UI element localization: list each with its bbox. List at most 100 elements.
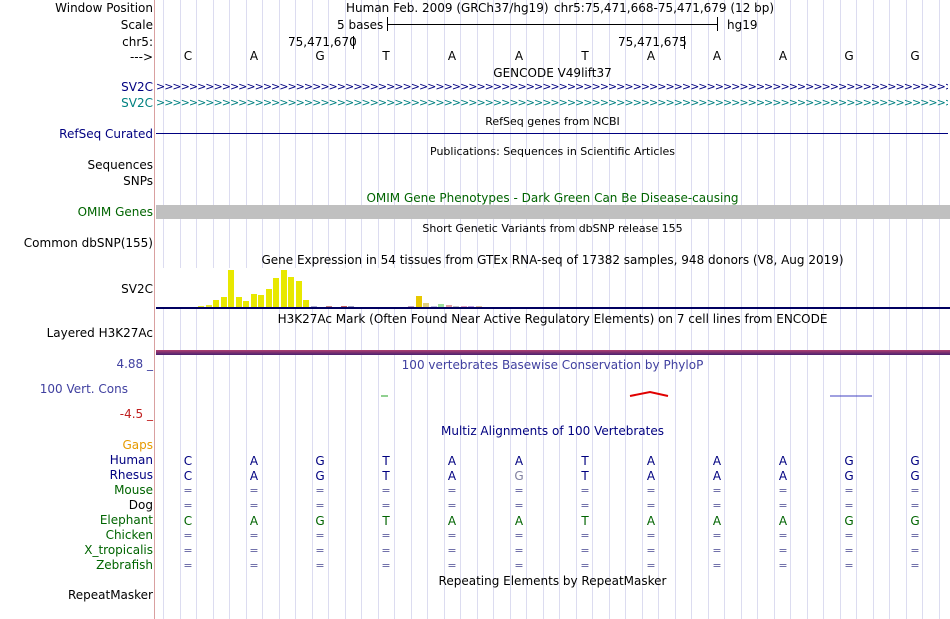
alignment-base: = — [381, 484, 391, 497]
gtex-tissue-bar[interactable] — [273, 278, 279, 308]
scale-db-label: hg19 — [727, 18, 758, 32]
species-chicken-label[interactable]: Chicken — [106, 528, 153, 542]
alignment-base: T — [581, 469, 589, 483]
alignment-base: = — [712, 559, 722, 572]
alignment-base: T — [382, 514, 390, 528]
base-letter: A — [514, 49, 524, 63]
species-xtropicalis-label[interactable]: X_tropicalis — [84, 543, 153, 557]
alignment-base: = — [183, 499, 193, 512]
sv2c-gene-1[interactable]: >>>>>>>>>>>>>>>>>>>>>>>>>>>>>>>>>>>>>>>>… — [156, 81, 948, 93]
gtex-track-title: Gene Expression in 54 tissues from GTEx … — [261, 253, 844, 267]
base-letter: T — [382, 49, 390, 63]
refseq-gene-line[interactable] — [156, 133, 948, 134]
gtex-expression-chart[interactable] — [156, 268, 536, 308]
species-elephant-label[interactable]: Elephant — [100, 513, 153, 527]
phylop-track-label[interactable]: 100 Vert. Cons — [40, 382, 128, 396]
assembly-title: Human Feb. 2009 (GRCh37/hg19) — [346, 1, 549, 15]
phylop-track-title: 100 vertebrates Basewise Conservation by… — [401, 358, 704, 372]
scale-bar-label: 5 bases — [337, 18, 384, 32]
alignment-base: = — [712, 529, 722, 542]
gtex-baseline — [156, 307, 950, 309]
base-letter: G — [315, 49, 325, 63]
alignment-base: = — [183, 529, 193, 542]
alignment-base: G — [844, 514, 854, 528]
scale-bar — [387, 17, 718, 31]
alignment-base: = — [315, 499, 325, 512]
alignment-base: G — [315, 514, 325, 528]
alignment-base: = — [778, 484, 788, 497]
gtex-tissue-bar[interactable] — [228, 270, 234, 308]
alignment-base: = — [712, 544, 722, 557]
alignment-base: = — [778, 544, 788, 557]
alignment-base: = — [778, 559, 788, 572]
h3k27ac-signal-band[interactable] — [156, 350, 950, 355]
alignment-base: = — [249, 529, 259, 542]
alignment-base: = — [844, 499, 854, 512]
gaps-label[interactable]: Gaps — [122, 438, 153, 452]
alignment-base: C — [183, 454, 193, 468]
alignment-base: = — [183, 544, 193, 557]
alignment-base: = — [910, 484, 920, 497]
gtex-tissue-bar[interactable] — [281, 270, 287, 308]
base-letter: G — [844, 49, 854, 63]
common-dbsnp-label[interactable]: Common dbSNP(155) — [24, 236, 153, 250]
alignment-base: G — [910, 454, 920, 468]
species-human-label[interactable]: Human — [110, 453, 153, 467]
alignment-base: = — [447, 559, 457, 572]
phylop-plot[interactable] — [156, 380, 950, 420]
phylop-min-label: -4.5 _ — [119, 407, 153, 421]
base-letter: C — [183, 49, 193, 63]
sv2c-gtex-label[interactable]: SV2C — [121, 282, 153, 296]
alignment-base: = — [447, 544, 457, 557]
gencode-track-title: GENCODE V49lift37 — [493, 66, 612, 80]
alignment-base: = — [315, 529, 325, 542]
alignment-base: A — [249, 469, 259, 483]
omim-gene-bar[interactable] — [156, 205, 950, 219]
alignment-base: A — [514, 454, 524, 468]
alignment-base: = — [910, 544, 920, 557]
snps-label[interactable]: SNPs — [123, 174, 153, 188]
alignment-base: T — [382, 469, 390, 483]
alignment-base: = — [580, 529, 590, 542]
alignment-base: = — [249, 484, 259, 497]
sv2c-gene-2[interactable]: >>>>>>>>>>>>>>>>>>>>>>>>>>>>>>>>>>>>>>>>… — [156, 97, 948, 109]
alignment-base: = — [514, 499, 524, 512]
alignment-base: = — [580, 559, 590, 572]
sv2c-gencode-label-2[interactable]: SV2C — [121, 96, 153, 110]
coord-tick-2: 75,471,675 — [618, 35, 687, 49]
sv2c-gencode-label[interactable]: SV2C — [121, 80, 153, 94]
gtex-tissue-bar[interactable] — [288, 277, 294, 308]
alignment-base: A — [447, 514, 457, 528]
coord-tick-2-mark — [684, 36, 685, 49]
alignment-base: = — [778, 529, 788, 542]
repeatmasker-label[interactable]: RepeatMasker — [68, 588, 153, 602]
alignment-base: = — [712, 499, 722, 512]
alignment-base: T — [581, 454, 589, 468]
base-letter: T — [581, 49, 589, 63]
species-zebrafish-label[interactable]: Zebrafish — [96, 558, 153, 572]
base-letter: A — [712, 49, 722, 63]
alignment-base: A — [447, 454, 457, 468]
alignment-base: = — [844, 544, 854, 557]
h3k27ac-label[interactable]: Layered H3K27Ac — [47, 326, 153, 340]
species-dog-label[interactable]: Dog — [129, 498, 153, 512]
gtex-tissue-bar[interactable] — [251, 294, 257, 308]
alignment-base: = — [447, 499, 457, 512]
alignment-base: A — [778, 514, 788, 528]
alignment-base: C — [183, 514, 193, 528]
alignment-base: C — [183, 469, 193, 483]
base-letter: A — [778, 49, 788, 63]
publications-track-title: Publications: Sequences in Scientific Ar… — [430, 145, 675, 158]
species-rhesus-label[interactable]: Rhesus — [110, 468, 153, 482]
alignment-base: = — [646, 544, 656, 557]
refseq-curated-label[interactable]: RefSeq Curated — [59, 127, 153, 141]
omim-genes-label[interactable]: OMIM Genes — [78, 205, 153, 219]
alignment-base: = — [646, 529, 656, 542]
omim-track-title: OMIM Gene Phenotypes - Dark Green Can Be… — [366, 191, 739, 205]
sequences-label[interactable]: Sequences — [88, 158, 153, 172]
gtex-tissue-bar[interactable] — [266, 289, 272, 308]
alignment-base: A — [646, 514, 656, 528]
alignment-base: = — [910, 529, 920, 542]
species-mouse-label[interactable]: Mouse — [114, 483, 153, 497]
gtex-tissue-bar[interactable] — [296, 281, 302, 308]
